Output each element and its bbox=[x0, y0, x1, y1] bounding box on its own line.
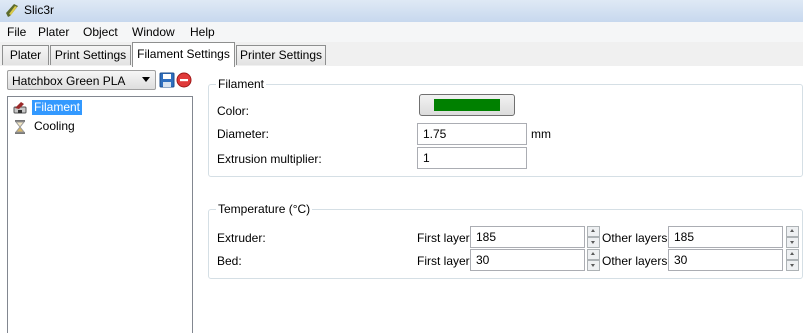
diameter-label: Diameter: bbox=[217, 127, 270, 141]
filament-spool-icon bbox=[13, 102, 27, 114]
menu-plater[interactable]: Plater bbox=[38, 25, 69, 39]
temperature-group-title: Temperature (°C) bbox=[216, 202, 313, 216]
extrusion-multiplier-label: Extrusion multiplier: bbox=[217, 152, 322, 166]
bed-other-layers-field[interactable] bbox=[668, 249, 783, 271]
tab-printer-settings[interactable]: Printer Settings bbox=[236, 45, 326, 65]
extruder-label: Extruder: bbox=[217, 231, 266, 245]
stepper-down-icon[interactable] bbox=[786, 237, 799, 248]
bed-first-layer-label: First layer: bbox=[417, 254, 474, 268]
filament-group: Filament Color: Diameter: mm Extrusion m… bbox=[208, 77, 803, 177]
tree-item-label: Filament bbox=[32, 100, 83, 115]
window-title: Slic3r bbox=[24, 3, 55, 17]
settings-page-tree: Filament Cooling bbox=[7, 96, 193, 333]
preset-dropdown[interactable]: Hatchbox Green PLA bbox=[7, 70, 156, 90]
menu-help[interactable]: Help bbox=[190, 25, 215, 39]
menu-bar: File Plater Object Window Help bbox=[0, 22, 803, 42]
stepper-down-icon[interactable] bbox=[786, 260, 799, 271]
menu-object[interactable]: Object bbox=[83, 25, 118, 39]
filament-group-title: Filament bbox=[216, 77, 267, 91]
preset-selected-value: Hatchbox Green PLA bbox=[12, 74, 126, 88]
bed-other-layers-stepper[interactable] bbox=[786, 249, 799, 271]
extruder-first-layer-field[interactable] bbox=[470, 226, 585, 248]
stepper-up-icon[interactable] bbox=[786, 226, 799, 237]
stepper-down-icon[interactable] bbox=[587, 237, 600, 248]
title-bar: Slic3r bbox=[0, 0, 803, 23]
stepper-up-icon[interactable] bbox=[786, 249, 799, 260]
save-icon[interactable] bbox=[159, 72, 175, 88]
temperature-group: Temperature (°C) Extruder: First layer: … bbox=[208, 202, 803, 279]
color-label: Color: bbox=[217, 104, 250, 118]
stepper-up-icon[interactable] bbox=[587, 249, 600, 260]
extruder-other-layers-label: Other layers: bbox=[602, 231, 671, 245]
tab-print-settings[interactable]: Print Settings bbox=[50, 45, 131, 65]
bed-first-layer-field[interactable] bbox=[470, 249, 585, 271]
delete-icon[interactable] bbox=[176, 72, 192, 88]
color-swatch bbox=[434, 99, 500, 111]
tab-strip: Plater Print Settings Filament Settings … bbox=[0, 42, 803, 67]
diameter-unit: mm bbox=[531, 127, 551, 141]
bed-other-layers-label: Other layers: bbox=[602, 254, 671, 268]
slic3r-app-icon bbox=[6, 4, 18, 17]
menu-window[interactable]: Window bbox=[132, 25, 175, 39]
bed-first-layer-stepper[interactable] bbox=[587, 249, 600, 271]
extruder-first-layer-stepper[interactable] bbox=[587, 226, 600, 248]
chevron-down-icon bbox=[142, 77, 150, 82]
settings-content: Hatchbox Green PLA Filament Cooling Fila… bbox=[0, 66, 803, 333]
tree-item-label: Cooling bbox=[34, 119, 75, 133]
tab-filament-settings[interactable]: Filament Settings bbox=[132, 42, 235, 67]
extruder-other-layers-field[interactable] bbox=[668, 226, 783, 248]
stepper-up-icon[interactable] bbox=[587, 226, 600, 237]
menu-file[interactable]: File bbox=[7, 25, 26, 39]
tab-plater[interactable]: Plater bbox=[2, 45, 49, 65]
hourglass-icon bbox=[14, 120, 26, 134]
color-picker-button[interactable] bbox=[419, 94, 515, 116]
bed-label: Bed: bbox=[217, 254, 242, 268]
extruder-first-layer-label: First layer: bbox=[417, 231, 474, 245]
stepper-down-icon[interactable] bbox=[587, 260, 600, 271]
diameter-field[interactable] bbox=[417, 123, 527, 145]
extrusion-multiplier-field[interactable] bbox=[417, 147, 527, 169]
extruder-other-layers-stepper[interactable] bbox=[786, 226, 799, 248]
